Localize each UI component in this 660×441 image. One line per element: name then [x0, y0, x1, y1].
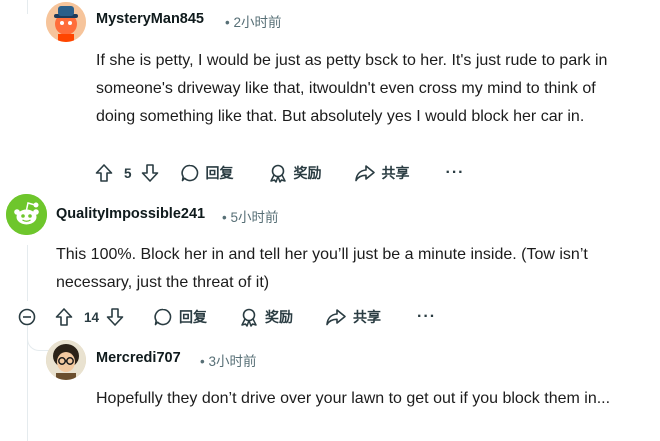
upvote-icon [55, 308, 73, 326]
reply-label: 回复 [179, 309, 208, 325]
comment-timestamp[interactable]: • 2小时前 [225, 11, 282, 31]
comment-paragraph: This 100%. Block her in and tell her you… [56, 246, 588, 291]
comment-bubble-icon [154, 308, 172, 326]
fedora-avatar-icon [46, 2, 86, 42]
more-options-icon: ··· [445, 164, 465, 181]
thread-line [27, 0, 28, 14]
vote-count: 14 [84, 309, 100, 325]
comment-body: Hopefully they don’t drive over your law… [96, 385, 616, 413]
share-label: 共享 [353, 309, 382, 325]
collapse-thread-button[interactable] [18, 308, 36, 326]
share-button[interactable]: 共享 [354, 158, 410, 188]
award-button[interactable]: 奖励 [239, 302, 293, 332]
comment-paragraph: Hopefully they don’t drive over your law… [96, 390, 611, 407]
more-options-button[interactable]: ··· [446, 158, 465, 188]
default-snoo-avatar-icon [6, 194, 47, 235]
avatar[interactable] [46, 340, 86, 380]
more-options-button[interactable]: ··· [417, 302, 436, 332]
comment-author[interactable]: MysteryMan845 [96, 11, 204, 27]
vote-count: 5 [124, 165, 132, 181]
award-icon [269, 164, 286, 183]
comment-timestamp[interactable]: • 3小时前 [200, 350, 257, 370]
upvote-icon [95, 164, 113, 182]
upvote-button[interactable] [94, 158, 114, 188]
award-button[interactable]: 奖励 [268, 158, 322, 188]
thread-line [27, 245, 28, 301]
reply-button[interactable]: 回复 [153, 302, 207, 332]
award-icon [241, 308, 257, 327]
upvote-button[interactable] [54, 302, 74, 332]
reply-button[interactable]: 回复 [180, 158, 234, 188]
comment-bubble-icon [180, 164, 198, 182]
share-icon [354, 165, 375, 182]
award-label: 奖励 [293, 165, 322, 181]
downvote-button[interactable] [140, 158, 160, 188]
comment-author[interactable]: QualityImpossible241 [56, 206, 205, 222]
share-label: 共享 [381, 165, 410, 181]
downvote-button[interactable] [105, 302, 125, 332]
avatar[interactable] [46, 2, 86, 42]
more-options-icon: ··· [417, 308, 437, 325]
avatar[interactable] [6, 194, 47, 235]
reply-label: 回复 [205, 165, 234, 181]
award-label: 奖励 [265, 309, 294, 325]
comment-actions: 5 回复 奖励 共享 ··· [94, 158, 465, 188]
comment-body: If she is petty, I would be just as pett… [96, 47, 616, 131]
comment-body: This 100%. Block her in and tell her you… [56, 241, 616, 297]
collapse-icon [18, 308, 36, 326]
share-button[interactable]: 共享 [325, 302, 381, 332]
downvote-icon [106, 308, 124, 326]
comment-author[interactable]: Mercredi707 [96, 350, 181, 366]
comment-actions: 14 回复 奖励 共享 ··· [54, 302, 436, 332]
share-icon [326, 309, 346, 326]
glasses-avatar-icon [46, 340, 86, 380]
thread-line [27, 333, 28, 441]
comment-paragraph: If she is petty, I would be just as pett… [96, 52, 608, 125]
downvote-icon [141, 164, 158, 182]
comment-timestamp[interactable]: • 5小时前 [222, 206, 279, 226]
